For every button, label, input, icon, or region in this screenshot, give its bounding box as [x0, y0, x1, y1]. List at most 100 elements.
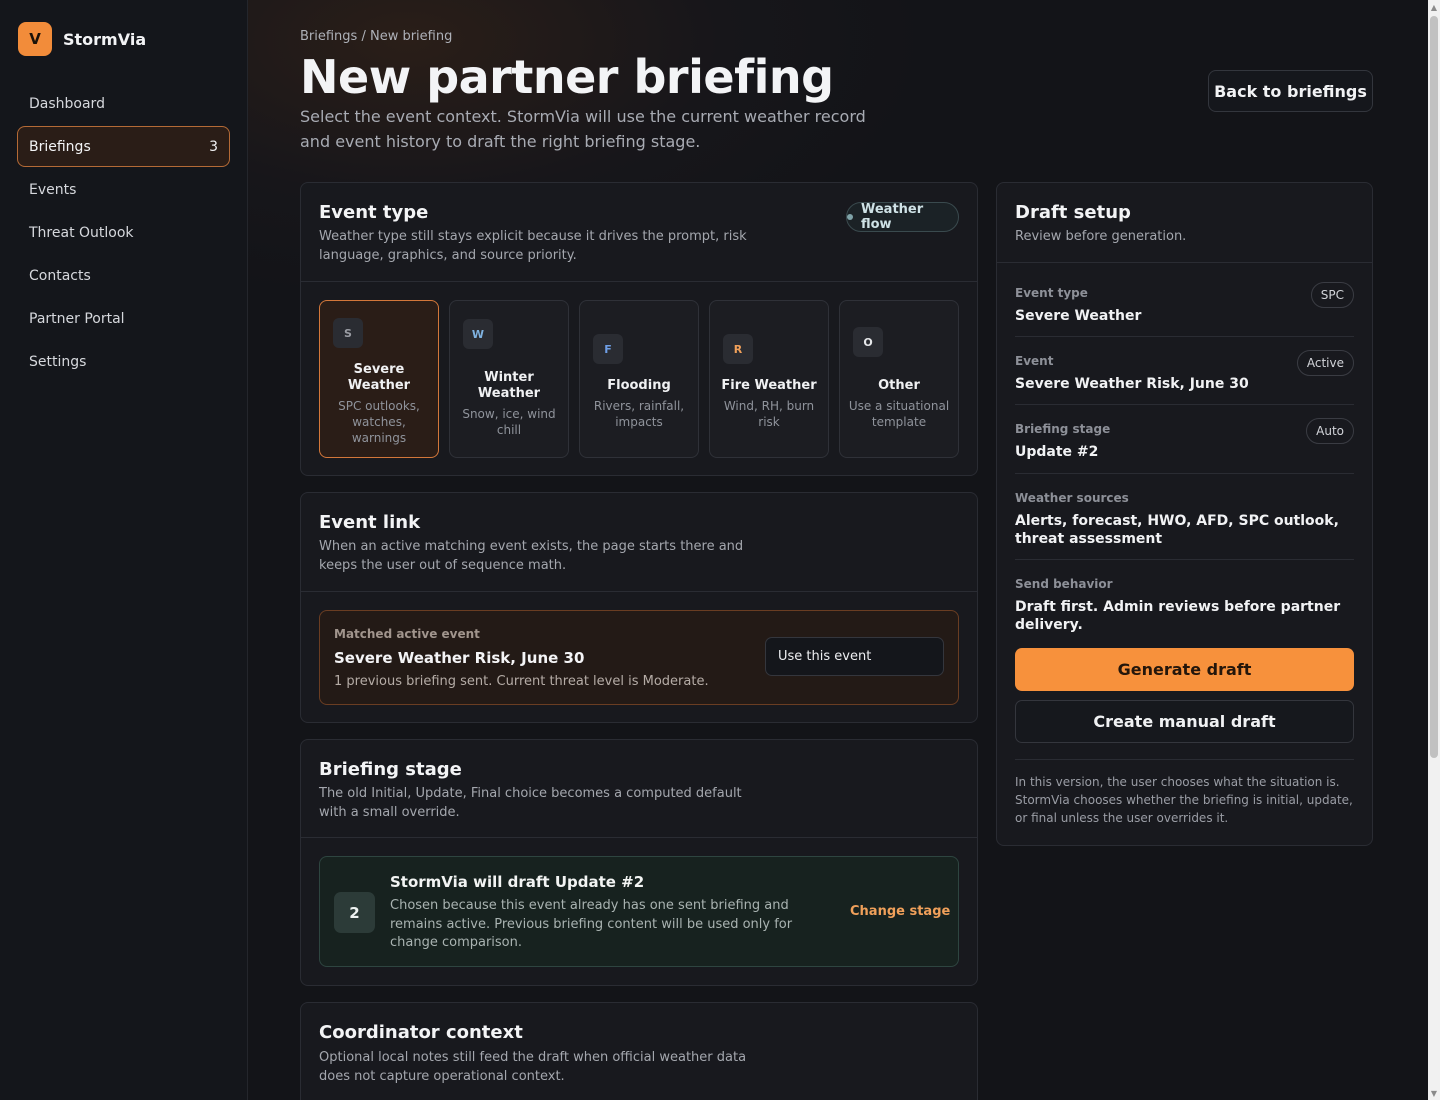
panel-title: Draft setup: [1015, 202, 1131, 223]
weather-flow-pill[interactable]: Weather flow: [846, 202, 959, 232]
sidebar-item-label: Briefings: [29, 138, 91, 155]
flooding-icon: F: [593, 334, 623, 364]
setup-value: Alerts, forecast, HWO, AFD, SPC outlook,…: [1015, 513, 1339, 547]
card-description: Weather type still stays explicit becaus…: [319, 229, 747, 263]
sidebar-item-label: Threat Outlook: [29, 224, 134, 241]
setup-label: Event type: [1015, 286, 1088, 300]
divider: [1015, 336, 1354, 337]
sidebar-item-contacts[interactable]: Contacts: [17, 255, 230, 296]
setup-value: Draft first. Admin reviews before partne…: [1015, 599, 1341, 633]
matched-event-title: Severe Weather Risk, June 30: [334, 649, 585, 667]
divider: [1015, 559, 1354, 560]
divider: [301, 837, 977, 838]
breadcrumb[interactable]: Briefings / New briefing: [300, 29, 452, 44]
setup-row-weather-sources: Weather sources Alerts, forecast, HWO, A…: [1015, 491, 1354, 548]
event-type-other[interactable]: O Other Use a situational template: [839, 300, 959, 458]
stage-number-badge: 2: [334, 892, 375, 933]
create-manual-draft-button[interactable]: Create manual draft: [1015, 700, 1354, 743]
setup-label: Weather sources: [1015, 491, 1129, 505]
sidebar-item-settings[interactable]: Settings: [17, 341, 230, 382]
change-stage-link[interactable]: Change stage: [850, 904, 950, 919]
sidebar-item-briefings[interactable]: Briefings 3: [17, 126, 230, 167]
event-type-card: Event type Weather type still stays expl…: [300, 182, 978, 476]
auto-tag: Auto: [1306, 418, 1354, 444]
stage-description: Chosen because this event already has on…: [390, 898, 793, 950]
event-type-desc: Rivers, rainfall, impacts: [593, 399, 685, 429]
brand-name: StormVia: [63, 29, 147, 49]
scroll-thumb[interactable]: [1430, 16, 1438, 758]
event-type-name: Flooding: [607, 378, 671, 393]
page-title: New partner briefing: [300, 50, 834, 104]
event-type-desc: Snow, ice, wind chill: [462, 407, 556, 437]
sidebar-item-label: Settings: [29, 353, 87, 370]
page-subtitle: Select the event context. StormVia will …: [300, 107, 866, 151]
event-type-name: Other: [878, 378, 920, 393]
pill-label: Weather flow: [860, 202, 924, 232]
divider: [1015, 473, 1354, 474]
card-description: Optional local notes still feed the draf…: [319, 1050, 747, 1084]
sidebar: V StormVia Dashboard Briefings 3 Events …: [0, 0, 248, 1100]
matched-event-box: Matched active event Severe Weather Risk…: [319, 610, 959, 705]
coordinator-context-card: Coordinator context Optional local notes…: [300, 1002, 978, 1100]
event-type-options: S Severe Weather SPC outlooks, watches, …: [319, 300, 959, 458]
generate-draft-button[interactable]: Generate draft: [1015, 648, 1354, 691]
briefing-stage-card: Briefing stage The old Initial, Update, …: [300, 739, 978, 986]
use-this-event-button[interactable]: Use this event: [765, 637, 944, 676]
event-type-name: Severe Weather: [347, 362, 411, 393]
active-tag: Active: [1296, 350, 1354, 376]
computed-stage-box: 2 StormVia will draft Update #2 Chosen b…: [319, 856, 959, 967]
sidebar-item-partner-portal[interactable]: Partner Portal: [17, 298, 230, 339]
sidebar-nav: Dashboard Briefings 3 Events Threat Outl…: [17, 83, 230, 384]
setup-row-send-behavior: Send behavior Draft first. Admin reviews…: [1015, 577, 1354, 634]
divider: [997, 262, 1372, 263]
divider: [301, 281, 977, 282]
event-type-name: Winter Weather: [477, 370, 541, 401]
sidebar-item-label: Events: [29, 181, 77, 198]
count-badge: 3: [209, 138, 218, 155]
event-link-card: Event link When an active matching event…: [300, 492, 978, 723]
spc-tag: SPC: [1310, 282, 1354, 308]
event-type-desc: Wind, RH, burn risk: [723, 399, 815, 429]
card-title: Event type: [319, 202, 429, 223]
event-type-flooding[interactable]: F Flooding Rivers, rainfall, impacts: [579, 300, 699, 458]
card-description: When an active matching event exists, th…: [319, 539, 744, 573]
event-type-fire-weather[interactable]: R Fire Weather Wind, RH, burn risk: [709, 300, 829, 458]
sidebar-item-threat-outlook[interactable]: Threat Outlook: [17, 212, 230, 253]
matched-event-desc: 1 previous briefing sent. Current threat…: [334, 674, 709, 689]
card-title: Briefing stage: [319, 759, 462, 780]
sidebar-item-label: Partner Portal: [29, 310, 125, 327]
event-type-severe-weather[interactable]: S Severe Weather SPC outlooks, watches, …: [319, 300, 439, 458]
event-type-desc: Use a situational template: [848, 399, 950, 429]
setup-row-event-type: Event type Severe Weather SPC: [1015, 282, 1354, 325]
severe-weather-icon: S: [333, 318, 363, 348]
sidebar-item-label: Dashboard: [29, 95, 105, 112]
setup-value: Update #2: [1015, 444, 1099, 460]
setup-row-event: Event Severe Weather Risk, June 30 Activ…: [1015, 350, 1354, 393]
page-scrollbar[interactable]: ▲ ▼: [1428, 0, 1440, 1100]
other-icon: O: [853, 327, 883, 357]
draft-setup-panel: Draft setup Review before generation. Ev…: [996, 182, 1373, 846]
sidebar-item-events[interactable]: Events: [17, 169, 230, 210]
event-type-winter-weather[interactable]: W Winter Weather Snow, ice, wind chill: [449, 300, 569, 458]
brand-logo: V: [18, 22, 52, 56]
setup-row-briefing-stage: Briefing stage Update #2 Auto: [1015, 418, 1354, 461]
setup-note: In this version, the user chooses what t…: [1015, 775, 1353, 825]
sidebar-item-label: Contacts: [29, 267, 91, 284]
divider: [1015, 759, 1354, 760]
brand[interactable]: V StormVia: [18, 22, 146, 56]
fire-weather-icon: R: [723, 334, 753, 364]
card-description: The old Initial, Update, Final choice be…: [319, 786, 742, 820]
winter-weather-icon: W: [463, 319, 493, 349]
status-dot-icon: [847, 214, 853, 220]
scroll-down-arrow-icon[interactable]: ▼: [1428, 1086, 1440, 1100]
event-type-desc: SPC outlooks, watches, warnings: [338, 399, 420, 445]
scroll-up-arrow-icon[interactable]: ▲: [1428, 0, 1440, 14]
setup-value: Severe Weather Risk, June 30: [1015, 376, 1249, 392]
card-title: Event link: [319, 512, 421, 533]
setup-value: Severe Weather: [1015, 308, 1142, 324]
sidebar-item-dashboard[interactable]: Dashboard: [17, 83, 230, 124]
back-to-briefings-button[interactable]: Back to briefings: [1208, 70, 1373, 112]
panel-subtitle: Review before generation.: [1015, 229, 1187, 244]
card-title: Coordinator context: [319, 1022, 523, 1043]
matched-event-label: Matched active event: [334, 627, 480, 641]
